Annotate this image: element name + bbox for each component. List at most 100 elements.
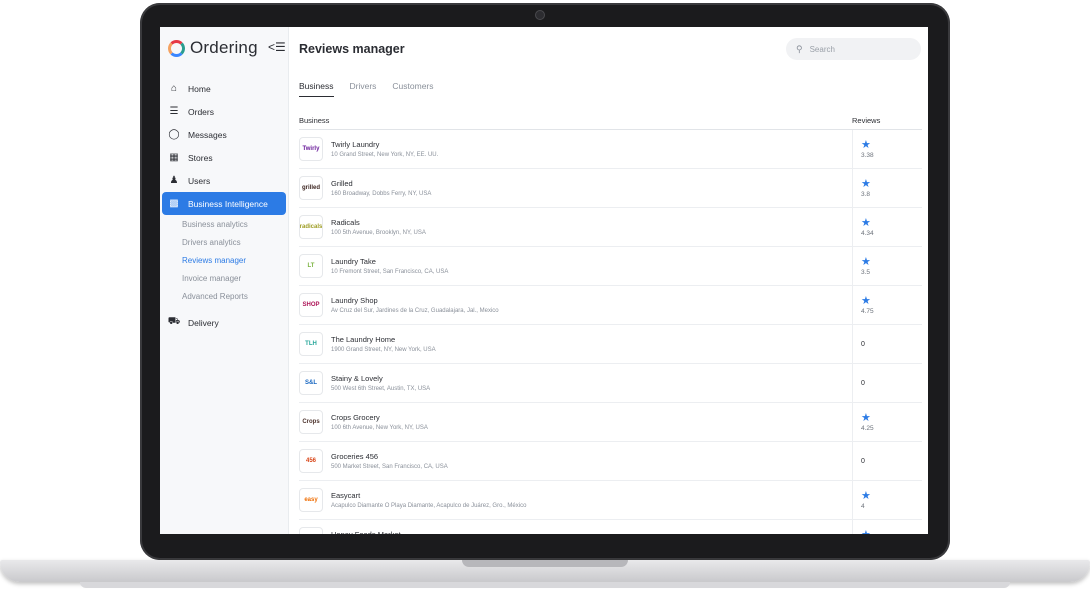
business-logo: LT	[299, 254, 323, 278]
business-cell: grilled Grilled 160 Broadway, Dobbs Ferry,…	[299, 176, 852, 200]
business-info: Grilled 160 Broadway, Dobbs Ferry, NY, US…	[331, 179, 431, 197]
table-body: Twirly Twirly Laundry 10 Grand Street, New…	[299, 130, 922, 534]
star-icon[interactable]: ★	[861, 256, 922, 268]
business-info: Easycart Acapulco Diamante O Playa Diaman…	[331, 491, 526, 509]
app-logo[interactable]: Ordering	[168, 38, 258, 58]
business-cell: HONEY Honey Foods Market100 7th Avenue, N…	[299, 527, 852, 534]
business-name: Laundry Shop	[331, 296, 378, 305]
submenu-reviews-manager[interactable]: Reviews manager	[182, 251, 288, 269]
reviews-cell: ★ 4.34	[852, 208, 922, 246]
sidebar-item-home[interactable]: ⌂ Home	[160, 77, 288, 100]
table-row[interactable]: Crops Crops Grocery 100 6th Avenue, New Yo…	[299, 403, 922, 442]
business-cell: radicals Radicals 100 5th Avenue, Brooklyn…	[299, 215, 852, 239]
business-address: 10 Grand Street, New York, NY, EE. UU.	[331, 152, 439, 158]
table-row[interactable]: 456 Groceries 456 500 Market Street, San F…	[299, 442, 922, 481]
sidebar-item-label: Business Intelligence	[188, 198, 268, 209]
table-row[interactable]: SHOP Laundry Shop Av Cruz del Sur, Jardine…	[299, 286, 922, 325]
tab-drivers[interactable]: Drivers	[350, 81, 377, 97]
store-icon: ▦	[169, 152, 179, 163]
star-icon[interactable]: ★	[861, 490, 922, 502]
list-icon: ☰	[169, 106, 179, 117]
submenu-invoice-manager[interactable]: Invoice manager	[182, 269, 288, 287]
table-row[interactable]: TLH The Laundry Home 1900 Grand Street, NY…	[299, 325, 922, 364]
business-address: 100 6th Avenue, New York, NY, USA	[331, 425, 428, 431]
sidebar-item-messages[interactable]: ◯ Messages	[160, 123, 288, 146]
sidebar-nav: ⌂ Home ☰ Orders ◯ Messages ▦ Stores ♟ Us…	[160, 77, 288, 334]
business-cell: SHOP Laundry Shop Av Cruz del Sur, Jardine…	[299, 293, 852, 317]
reviews-cell: 0	[852, 442, 922, 480]
reviews-cell: ★ 4.25	[852, 403, 922, 441]
table-row[interactable]: Twirly Twirly Laundry 10 Grand Street, New…	[299, 130, 922, 169]
sidebar-item-business-intelligence[interactable]: ▩ Business Intelligence	[162, 192, 286, 215]
business-name: Easycart	[331, 491, 361, 500]
search-icon: ⚲	[796, 43, 803, 54]
reviews-cell: ★ 4.75	[852, 286, 922, 324]
submenu-business-analytics[interactable]: Business analytics	[182, 215, 288, 233]
business-logo: grilled	[299, 176, 323, 200]
sidebar-item-label: Users	[188, 175, 211, 186]
review-score: 0	[861, 457, 865, 465]
business-cell: S&L Stainy & Lovely 500 West 6th Street, A…	[299, 371, 852, 395]
business-cell: easy Easycart Acapulco Diamante O Playa Di…	[299, 488, 852, 512]
review-score: 4.25	[861, 424, 874, 432]
sidebar-item-stores[interactable]: ▦ Stores	[160, 146, 288, 169]
review-tabs: Business Drivers Customers	[299, 81, 434, 97]
column-header-reviews: Reviews	[852, 115, 881, 125]
table-row[interactable]: easy Easycart Acapulco Diamante O Playa Di…	[299, 481, 922, 520]
search-box[interactable]: ⚲	[786, 38, 921, 60]
reviews-cell: ★ 3.8	[852, 169, 922, 207]
business-logo: SHOP	[299, 293, 323, 317]
table-row[interactable]: radicals Radicals 100 5th Avenue, Brooklyn…	[299, 208, 922, 247]
tab-customers[interactable]: Customers	[392, 81, 433, 97]
business-info: Groceries 456 500 Market Street, San Fran…	[331, 452, 448, 470]
business-name: The Laundry Home	[331, 335, 396, 344]
star-icon[interactable]: ★	[861, 139, 922, 151]
search-input[interactable]	[807, 43, 912, 55]
business-cell: Twirly Twirly Laundry 10 Grand Street, New…	[299, 137, 852, 161]
star-icon[interactable]: ★	[861, 217, 922, 229]
business-name: Groceries 456	[331, 452, 379, 461]
sidebar-item-orders[interactable]: ☰ Orders	[160, 100, 288, 123]
submenu-drivers-analytics[interactable]: Drivers analytics	[182, 233, 288, 251]
star-icon[interactable]: ★	[861, 529, 922, 534]
reviews-table: Business Reviews Twirly Twirly Laundry 10 …	[299, 111, 922, 534]
reviews-cell: ★ 3.38	[852, 130, 922, 168]
business-cell: 456 Groceries 456 500 Market Street, San F…	[299, 449, 852, 473]
business-info: Twirly Laundry 10 Grand Street, New York,…	[331, 140, 438, 158]
business-name: Grilled	[331, 179, 353, 188]
page-title: Reviews manager	[299, 42, 405, 56]
sidebar-item-label: Home	[188, 83, 211, 94]
table-row[interactable]: HONEY Honey Foods Market100 7th Avenue, N…	[299, 520, 922, 534]
business-address: 160 Broadway, Dobbs Ferry, NY, USA	[331, 191, 432, 197]
business-logo: S&L	[299, 371, 323, 395]
business-address: Acapulco Diamante O Playa Diamante, Acap…	[331, 503, 527, 509]
business-address: 10 Fremont Street, San Francisco, CA, US…	[331, 269, 449, 275]
business-logo: 456	[299, 449, 323, 473]
review-score: 4	[861, 502, 865, 510]
column-header-business: Business	[299, 115, 330, 125]
table-row[interactable]: LT Laundry Take 10 Fremont Street, San Fra…	[299, 247, 922, 286]
tab-business[interactable]: Business	[299, 81, 334, 97]
review-score: 4.34	[861, 229, 874, 237]
submenu-advanced-reports[interactable]: Advanced Reports	[182, 287, 288, 305]
business-address: Av Cruz del Sur, Jardines de la Cruz, Gu…	[331, 308, 499, 314]
sidebar-item-users[interactable]: ♟ Users	[160, 169, 288, 192]
business-logo: HONEY	[299, 527, 323, 534]
users-icon: ♟	[169, 175, 179, 186]
business-name: Stainy & Lovely	[331, 374, 383, 383]
table-row[interactable]: S&L Stainy & Lovely 500 West 6th Street, A…	[299, 364, 922, 403]
table-row[interactable]: grilled Grilled 160 Broadway, Dobbs Ferry,…	[299, 169, 922, 208]
reviews-cell: 0	[852, 325, 922, 363]
business-logo: Crops	[299, 410, 323, 434]
star-icon[interactable]: ★	[861, 412, 922, 424]
ordering-logo-icon	[168, 39, 185, 57]
sidebar-item-label: Messages	[188, 129, 227, 140]
business-name: Crops Grocery	[331, 413, 380, 422]
business-logo: radicals	[299, 215, 323, 239]
collapse-sidebar-icon[interactable]: <☰	[268, 40, 286, 54]
review-score: 4.75	[861, 307, 874, 315]
star-icon[interactable]: ★	[861, 178, 922, 190]
sidebar-item-delivery[interactable]: ⛟ Delivery	[160, 311, 288, 334]
star-icon[interactable]: ★	[861, 295, 922, 307]
business-info: Laundry Take 10 Fremont Street, San Franc…	[331, 257, 448, 275]
